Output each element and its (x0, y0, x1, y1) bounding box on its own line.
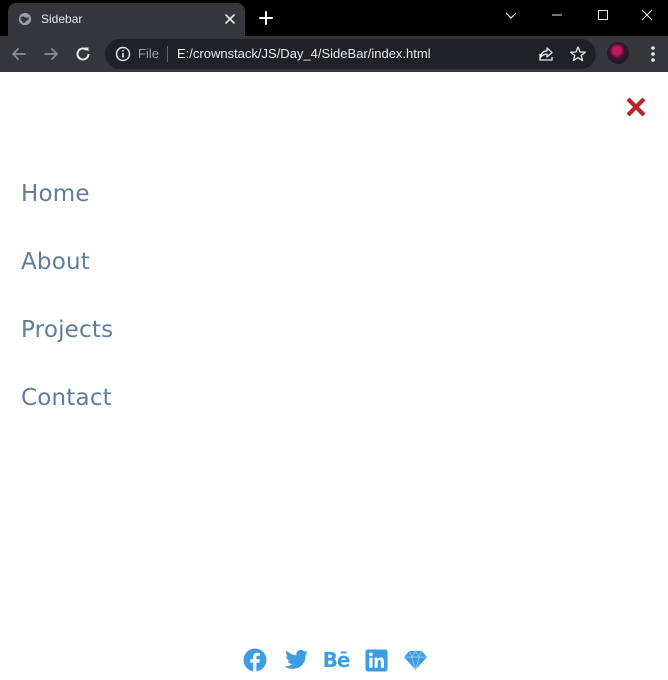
close-icon[interactable] (624, 95, 648, 119)
browser-titlebar: Sidebar (0, 0, 668, 36)
linkedin-link[interactable] (364, 648, 388, 672)
nav-link-home[interactable]: Home (21, 181, 90, 207)
tab-close-icon[interactable] (222, 11, 238, 27)
nav-link-contact[interactable]: Contact (21, 385, 112, 411)
address-bar[interactable]: File E:/crownstack/JS/Day_4/SideBar/inde… (105, 39, 596, 69)
nav-item-projects: Projects (21, 313, 113, 381)
arrow-left-icon (12, 48, 26, 60)
sketch-link[interactable] (402, 648, 428, 672)
arrow-right-icon (44, 48, 58, 60)
browser-tab[interactable]: Sidebar (8, 3, 245, 36)
omnibox-divider (167, 46, 168, 62)
minimize-icon (552, 14, 562, 16)
nav-link-projects[interactable]: Projects (21, 317, 113, 343)
forward-button[interactable] (40, 43, 62, 65)
nav-item-contact: Contact (21, 381, 113, 449)
nav-item-about: About (21, 245, 113, 313)
reload-button[interactable] (72, 43, 94, 65)
globe-icon (18, 12, 32, 26)
share-icon[interactable] (537, 45, 555, 63)
back-button[interactable] (8, 43, 30, 65)
tab-title: Sidebar (41, 12, 83, 26)
social-icons: Bē (0, 648, 668, 674)
bookmark-star-icon[interactable] (569, 45, 587, 63)
sidebar-nav: Home About Projects Contact (21, 177, 113, 449)
sidebar-page: Home About Projects Contact Bē (0, 72, 668, 680)
facebook-link[interactable] (242, 648, 267, 672)
twitter-link[interactable] (282, 648, 308, 672)
tab-search-button[interactable] (488, 0, 534, 30)
linkedin-icon (364, 648, 388, 672)
twitter-icon (283, 650, 307, 669)
reload-icon (76, 47, 90, 61)
url-text[interactable]: E:/crownstack/JS/Day_4/SideBar/index.htm… (177, 46, 431, 62)
info-icon[interactable] (115, 46, 131, 62)
minimize-button[interactable] (534, 0, 580, 30)
url-scheme-label: File (138, 46, 159, 61)
facebook-icon (243, 648, 266, 672)
new-tab-icon[interactable] (258, 10, 274, 26)
window-close-button[interactable] (626, 0, 668, 30)
window-close-icon (641, 9, 653, 21)
maximize-icon (598, 10, 608, 20)
nav-link-about[interactable]: About (21, 249, 90, 275)
chevron-down-icon (505, 12, 517, 19)
nav-item-home: Home (21, 177, 113, 245)
behance-icon: Bē (322, 648, 351, 672)
kebab-menu-icon[interactable] (644, 44, 662, 64)
browser-toolbar: File E:/crownstack/JS/Day_4/SideBar/inde… (0, 36, 668, 72)
profile-avatar[interactable] (607, 42, 629, 64)
sketch-icon (403, 649, 427, 671)
behance-link[interactable]: Bē (320, 648, 352, 672)
maximize-button[interactable] (580, 0, 626, 30)
